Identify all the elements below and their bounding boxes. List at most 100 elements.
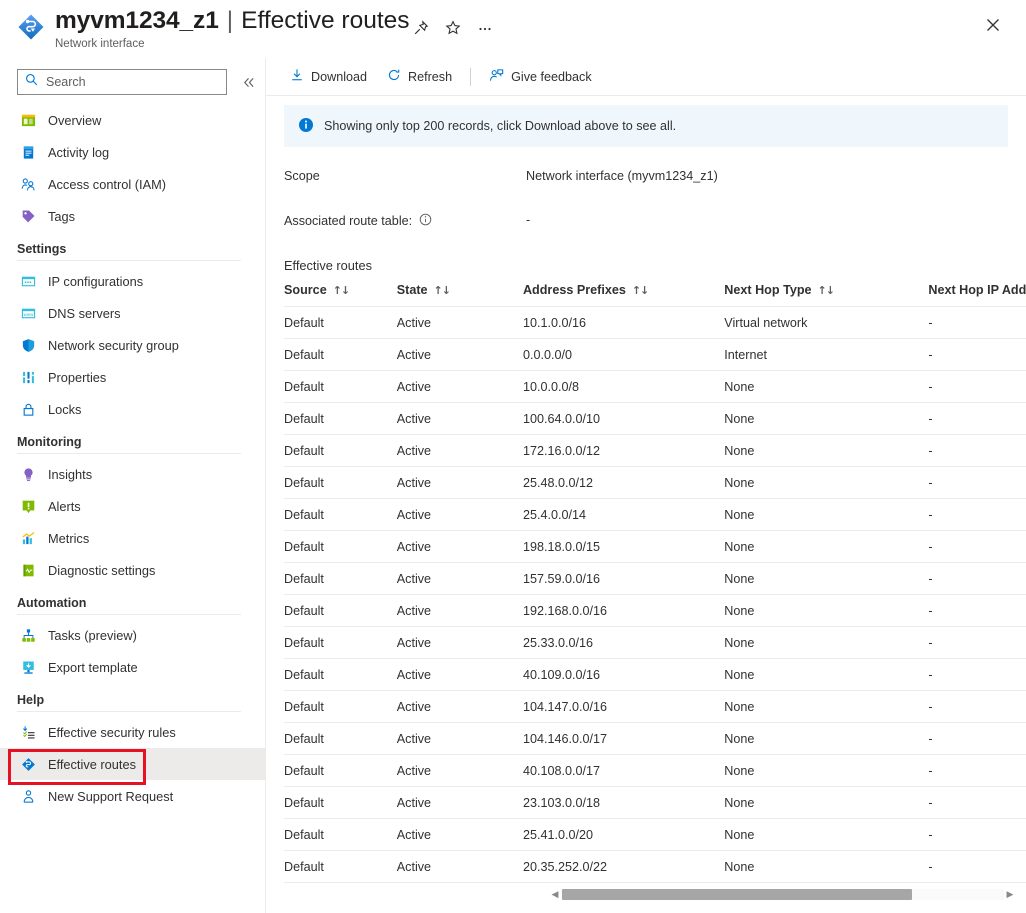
refresh-button[interactable]: Refresh (377, 63, 462, 91)
sidebar-item-label: Alerts (48, 498, 81, 514)
table-row[interactable]: DefaultActive25.41.0.0/20None-- (284, 818, 1026, 851)
sidebar-item-effective-routes[interactable]: Effective routes (0, 748, 265, 785)
cell-state: Active (396, 466, 523, 499)
sidebar-item-effective-security-rules[interactable]: Effective security rules (0, 716, 265, 748)
table-row[interactable]: DefaultActive25.4.0.0/14None-- (284, 498, 1026, 531)
sidebar-item-tags[interactable]: Tags (0, 200, 265, 232)
cell-nhip: - (928, 626, 1026, 659)
table-row[interactable]: DefaultActive10.0.0.0/8None-- (284, 370, 1026, 403)
sidebar-item-ip-configurations[interactable]: IP configurations (0, 265, 265, 297)
cell-prefix: 23.103.0.0/18 (522, 786, 725, 819)
table-header-row: Source ↑↓ State ↑↓ Address Prefixes ↑↓ N… (284, 279, 1026, 307)
lock-icon (20, 401, 36, 417)
route-diamond-icon (20, 756, 36, 772)
cell-source: Default (284, 338, 397, 371)
table-row[interactable]: DefaultActive198.18.0.0/15None-- (284, 530, 1026, 563)
table-row[interactable]: DefaultActive157.59.0.0/16None-- (284, 562, 1026, 595)
chevron-double-left-icon[interactable] (238, 72, 258, 92)
sidebar-item-insights[interactable]: Insights (0, 458, 265, 490)
sidebar-item-access-control[interactable]: Access control (IAM) (0, 168, 265, 200)
table-row[interactable]: DefaultActive100.64.0.0/10None-- (284, 402, 1026, 435)
sort-icon[interactable]: ↑↓ (818, 284, 835, 297)
sidebar-item-alerts[interactable]: Alerts (0, 490, 265, 522)
sidebar-item-label: Activity log (48, 144, 110, 160)
sidebar-item-activity-log[interactable]: Activity log (0, 136, 265, 168)
tags-icon (20, 208, 36, 224)
page-title: myvm1234_z1 (55, 7, 219, 34)
sort-icon[interactable]: ↑↓ (333, 284, 350, 297)
cell-source: Default (284, 466, 397, 499)
pin-icon[interactable] (405, 14, 437, 42)
route-diamond-icon (16, 12, 46, 42)
sidebar-item-tasks[interactable]: Tasks (preview) (0, 619, 265, 651)
sidebar-item-new-support-request[interactable]: New Support Request (0, 780, 265, 812)
sidebar-item-properties[interactable]: Properties (0, 361, 265, 393)
search-input[interactable] (44, 74, 214, 90)
give-feedback-button[interactable]: Give feedback (479, 63, 602, 91)
scroll-left-arrow-icon[interactable]: ◀ (549, 889, 561, 900)
scroll-right-arrow-icon[interactable]: ▶ (1004, 889, 1016, 900)
horizontal-scrollbar[interactable]: ◀ ▶ (549, 887, 1016, 901)
table-row[interactable]: DefaultActive25.48.0.0/12None-- (284, 466, 1026, 499)
overview-icon (20, 112, 36, 128)
cell-nhtype: Internet (724, 338, 929, 371)
sidebar-item-label: Export template (48, 659, 138, 675)
info-circle-icon[interactable] (419, 213, 432, 229)
table-row[interactable]: DefaultActive104.146.0.0/17None-- (284, 722, 1026, 755)
toolbar-divider (470, 67, 472, 86)
table-row[interactable]: DefaultActive40.109.0.0/16None-- (284, 658, 1026, 691)
cell-prefix: 100.64.0.0/10 (522, 402, 725, 435)
sidebar-item-export-template[interactable]: Export template (0, 651, 265, 683)
sidebar-item-locks[interactable]: Locks (0, 393, 265, 425)
column-header-source[interactable]: Source ↑↓ (284, 279, 397, 307)
sidebar-item-overview[interactable]: Overview (0, 104, 265, 136)
header-actions (405, 14, 501, 42)
column-header-address-prefixes[interactable]: Address Prefixes ↑↓ (522, 279, 725, 307)
table-row[interactable]: DefaultActive25.33.0.0/16None-- (284, 626, 1026, 659)
column-header-state[interactable]: State ↑↓ (396, 279, 523, 307)
sidebar-item-diagnostic-settings[interactable]: Diagnostic settings (0, 554, 265, 586)
cell-state: Active (396, 370, 523, 403)
cell-source: Default (284, 370, 397, 403)
cell-state: Active (396, 818, 523, 851)
ellipsis-icon[interactable] (469, 14, 501, 42)
table-row[interactable]: Default Active 10.1.0.0/16 Virtual network -… (284, 306, 1026, 339)
cell-state: Active (396, 562, 523, 595)
column-label: Next Hop IP Address (928, 283, 1026, 297)
cell-nhtype: None (724, 658, 929, 691)
cell-nhtype: None (724, 466, 929, 499)
column-header-next-hop-type[interactable]: Next Hop Type ↑↓ (724, 279, 929, 307)
table-row[interactable]: DefaultActive172.16.0.0/12None-- (284, 434, 1026, 467)
tasks-icon (20, 627, 36, 643)
table-row[interactable]: DefaultActive20.35.252.0/22None-- (284, 850, 1026, 883)
sidebar-group-title: Help (17, 693, 45, 707)
sort-icon[interactable]: ↑↓ (632, 284, 649, 297)
cell-prefix: 40.108.0.0/17 (522, 754, 725, 787)
cell-nhtype: None (724, 402, 929, 435)
cell-state: Active (396, 786, 523, 819)
sort-icon[interactable]: ↑↓ (434, 284, 451, 297)
cell-state: Active (396, 626, 523, 659)
sidebar-item-metrics[interactable]: Metrics (0, 522, 265, 554)
search-box[interactable] (17, 69, 227, 95)
cell-nhtype: None (724, 786, 929, 819)
column-header-next-hop-ip-address[interactable]: Next Hop IP Address ↑↓ (928, 279, 1026, 307)
scrollbar-thumb[interactable] (562, 888, 912, 900)
cell-nhtype: None (724, 434, 929, 467)
feedback-label: Give feedback (511, 69, 592, 84)
table-row[interactable]: DefaultActive40.108.0.0/17None-- (284, 754, 1026, 787)
table-row[interactable]: DefaultActive23.103.0.0/18None-- (284, 786, 1026, 819)
sidebar-item-dns-servers[interactable]: www DNS servers (0, 297, 265, 329)
scrollbar-track[interactable] (561, 888, 1004, 900)
sidebar-item-network-security-group[interactable]: Network security group (0, 329, 265, 361)
star-icon[interactable] (437, 14, 469, 42)
close-button[interactable] (978, 10, 1008, 40)
sidebar-group-general: Overview Activity log Access control (IA… (0, 104, 265, 232)
scope-row: Scope Network interface (myvm1234_z1) (284, 169, 1026, 183)
table-row[interactable]: DefaultActive0.0.0.0/0Internet-- (284, 338, 1026, 371)
table-row[interactable]: DefaultActive192.168.0.0/16None-- (284, 594, 1026, 627)
download-button[interactable]: Download (280, 63, 377, 91)
cell-state: Active (396, 722, 523, 755)
cell-nhip: - (928, 402, 1026, 435)
table-row[interactable]: DefaultActive104.147.0.0/16None-- (284, 690, 1026, 723)
